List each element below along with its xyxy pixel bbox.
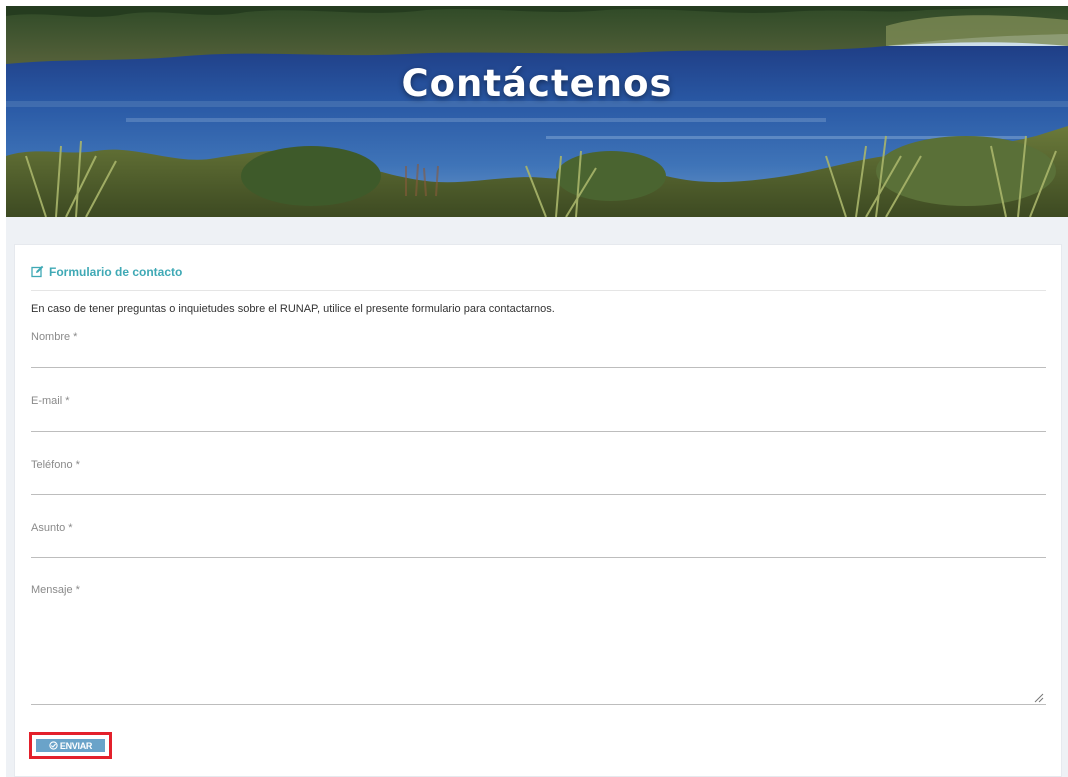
page-title: Contáctenos [401,62,673,105]
resize-handle-icon[interactable] [1032,690,1044,703]
check-circle-icon [49,741,58,750]
mensaje-field: Mensaje * [31,584,1046,705]
asunto-field: Asunto * [31,522,1046,558]
nombre-input[interactable] [31,347,1046,365]
nombre-field: Nombre * [31,331,1046,368]
telefono-label: Teléfono * [31,459,80,471]
send-button[interactable]: ENVIAR [36,739,105,752]
email-label: E-mail * [31,395,70,407]
mensaje-textarea[interactable] [31,602,1046,702]
asunto-label: Asunto * [31,522,73,534]
telefono-field: Teléfono * [31,459,1046,495]
email-field: E-mail * [31,395,1046,432]
form-header-title: Formulario de contacto [49,264,183,279]
lake-landscape-image [6,6,1068,217]
contact-form-card: Formulario de contacto En caso de tener … [14,244,1062,777]
email-input[interactable] [31,411,1046,429]
form-intro-text: En caso de tener preguntas o inquietudes… [31,303,555,315]
send-button-label: ENVIAR [59,740,93,751]
contact-page: Contáctenos Formulario de contacto En ca… [0,0,1068,777]
submit-highlight: ENVIAR [29,732,112,759]
asunto-input[interactable] [31,537,1046,555]
edit-icon [31,265,44,278]
form-header: Formulario de contacto [31,261,1046,291]
hero-banner: Contáctenos [6,6,1068,217]
nombre-label: Nombre * [31,331,78,343]
mensaje-label: Mensaje * [31,584,80,596]
telefono-input[interactable] [31,474,1046,492]
